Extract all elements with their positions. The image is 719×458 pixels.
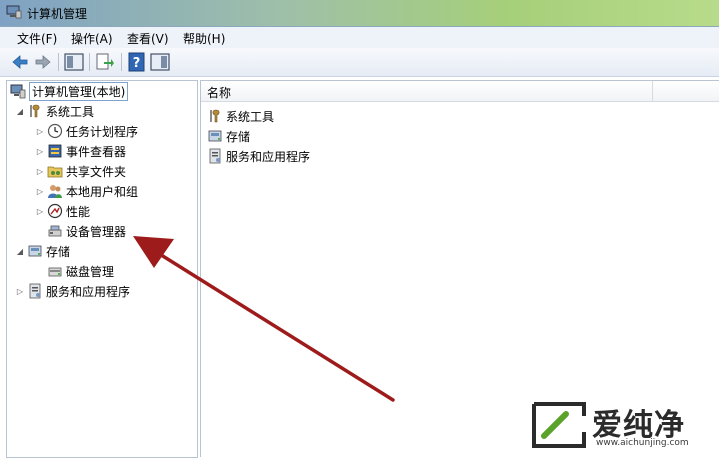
- expand-icon[interactable]: ▷: [35, 147, 45, 156]
- tree-item-label: 系统工具: [46, 104, 95, 119]
- shared-folder-icon: [47, 166, 63, 178]
- tree-item-system-tools[interactable]: ◢ 系统工具: [15, 102, 94, 120]
- event-viewer-icon: [48, 144, 62, 158]
- tree-item-local-users[interactable]: ▷ 本地用户和组: [35, 182, 138, 200]
- tools-icon: [30, 104, 40, 118]
- collapse-icon[interactable]: ◢: [15, 107, 25, 116]
- tools-icon: [210, 109, 220, 123]
- storage-icon: [28, 245, 42, 257]
- window-title: 计算机管理: [27, 7, 88, 21]
- services-icon: [29, 283, 41, 299]
- action-pane-icon[interactable]: [150, 52, 170, 72]
- watermark: 爱纯净 www.aichunjing.com: [530, 402, 715, 452]
- list-item-label: 存储: [226, 129, 251, 144]
- users-icon: [48, 185, 62, 198]
- expand-icon[interactable]: ▷: [15, 287, 25, 296]
- menu-file[interactable]: 文件(F): [17, 30, 57, 47]
- tree-item-disk-management[interactable]: 磁盘管理: [45, 262, 114, 280]
- list-item-label: 服务和应用程序: [226, 149, 311, 164]
- tree-item-label: 共享文件夹: [66, 164, 127, 179]
- tree-item-label: 磁盘管理: [66, 264, 115, 279]
- tree-item-storage[interactable]: ◢ 存储: [15, 242, 70, 260]
- menu-action[interactable]: 操作(A): [71, 30, 113, 47]
- tree-item-device-manager[interactable]: 设备管理器: [45, 222, 126, 240]
- menu-view[interactable]: 查看(V): [127, 30, 169, 47]
- tree-item-label: 任务计划程序: [66, 124, 139, 139]
- list-item[interactable]: 服务和应用程序: [207, 147, 310, 165]
- list-item-label: 系统工具: [226, 109, 275, 124]
- tree-item-services-apps[interactable]: ▷ 服务和应用程序: [15, 282, 130, 300]
- collapse-icon[interactable]: ◢: [15, 247, 25, 256]
- list-item[interactable]: 存储: [207, 127, 250, 145]
- tree-item-shared-folders[interactable]: ▷ 共享文件夹: [35, 162, 126, 180]
- device-manager-icon: [48, 225, 62, 237]
- tree-root-label: 计算机管理(本地): [29, 81, 129, 101]
- help-icon[interactable]: ?: [127, 52, 147, 72]
- watermark-logo-icon: [532, 402, 586, 448]
- export-list-icon[interactable]: [95, 52, 115, 72]
- console-tree: 计算机管理(本地) ◢ 系统工具 ▷ 任务计划程序 ▷ 事件查看器 ▷ 共享文件…: [6, 80, 198, 458]
- tree-root[interactable]: 计算机管理(本地): [10, 81, 129, 101]
- toolbar: ?: [0, 48, 719, 77]
- show-hide-tree-icon[interactable]: [64, 52, 84, 72]
- list-item[interactable]: 系统工具: [207, 107, 274, 125]
- performance-icon: [47, 203, 63, 219]
- clock-icon: [47, 123, 63, 139]
- services-icon: [209, 148, 221, 164]
- disk-management-icon: [48, 267, 62, 277]
- tree-item-label: 性能: [66, 204, 91, 219]
- watermark-url: www.aichunjing.com: [596, 438, 689, 448]
- tree-item-event-viewer[interactable]: ▷ 事件查看器: [35, 142, 126, 160]
- forward-icon[interactable]: [33, 52, 53, 72]
- column-header-bar: 名称: [201, 81, 719, 102]
- storage-icon: [208, 130, 222, 142]
- tree-item-label: 存储: [46, 244, 71, 259]
- menu-bar: 文件(F) 操作(A) 查看(V) 帮助(H): [0, 27, 719, 49]
- menu-help[interactable]: 帮助(H): [183, 30, 225, 47]
- tree-item-label: 本地用户和组: [66, 184, 139, 199]
- tree-item-task-scheduler[interactable]: ▷ 任务计划程序: [35, 122, 138, 140]
- tree-item-label: 事件查看器: [66, 144, 127, 159]
- back-icon[interactable]: [10, 52, 30, 72]
- tree-item-label: 服务和应用程序: [46, 284, 131, 299]
- column-header-name[interactable]: 名称: [207, 84, 231, 101]
- expand-icon[interactable]: ▷: [35, 127, 45, 136]
- computer-management-icon: [6, 5, 22, 19]
- expand-icon[interactable]: ▷: [35, 207, 45, 216]
- tree-item-performance[interactable]: ▷ 性能: [35, 202, 90, 220]
- computer-management-icon: [10, 84, 26, 99]
- tree-item-label: 设备管理器: [66, 224, 127, 239]
- expand-icon[interactable]: ▷: [35, 187, 45, 196]
- title-bar: 计算机管理: [0, 0, 719, 27]
- expand-icon[interactable]: ▷: [35, 167, 45, 176]
- svg-text:?: ?: [133, 56, 141, 71]
